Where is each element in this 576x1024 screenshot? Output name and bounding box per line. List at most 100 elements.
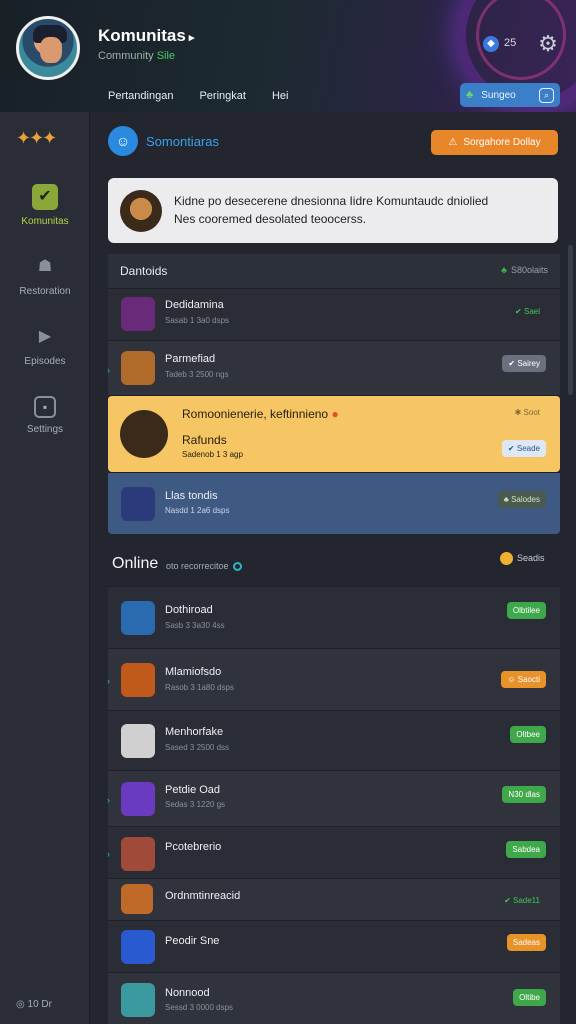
gear-icon[interactable]: ⚙ — [536, 32, 560, 56]
table-row[interactable]: Menhorfake Sased 3 2500 dss Oltbee — [108, 710, 560, 770]
featured-section-header: Dantoids ♣ S80olaits — [108, 254, 560, 288]
leaf-icon: ♣ — [466, 89, 474, 101]
online-filter[interactable]: Seadis — [500, 552, 545, 565]
item-meta: Nasdd 1 2a6 dsps — [165, 506, 230, 515]
header-tabs: Pertandingan Peringkat Hei — [108, 90, 314, 102]
top-badge: ✱ Soot — [514, 408, 540, 417]
chevron-right-icon: › — [107, 849, 110, 859]
item-meta: Sadenob 1 3 agp — [182, 450, 243, 459]
featured-count: ♣ S80olaits — [501, 265, 548, 275]
status-badge: Oltibe — [513, 989, 546, 1006]
smiley-icon — [500, 552, 513, 565]
game-thumbnail — [121, 487, 155, 521]
online-title: Online — [112, 555, 159, 572]
list-item[interactable]: Dedidamina Sasab 1 3a0 dsps ✔ Sael — [108, 288, 560, 340]
item-name: Dothiroad — [165, 604, 213, 616]
check-icon: ✔ — [32, 184, 58, 210]
sidebar-item-label: Komunitas — [21, 216, 69, 227]
chevron-right-icon: › — [107, 795, 110, 805]
notice-avatar — [120, 190, 162, 232]
avatar[interactable] — [16, 16, 80, 80]
status-badge: N30 dlas — [502, 786, 546, 803]
tab-hei[interactable]: Hei — [272, 90, 289, 102]
status-badge: Oltbee — [510, 726, 546, 743]
table-row[interactable]: Ordnmtinreacid ✔ Sade11 — [108, 878, 560, 920]
app-header: Komunitas ▸ Community Sile ◆ 25 ⚙ Pertand… — [0, 0, 576, 112]
list-item[interactable]: › Parmefiad Tadeb 3 2500 ngs ✔ Sairey — [107, 340, 560, 395]
item-name: Rafunds — [182, 433, 227, 447]
chevron-right-icon: › — [107, 365, 110, 375]
item-name: Ordnmtinreacid — [165, 890, 241, 902]
notice-line-1: Kidne po desecerene dnesionna Iidre Komu… — [174, 194, 489, 208]
item-name: Peodir Sne — [165, 935, 220, 947]
item-name: Pcotebrerio — [165, 841, 222, 853]
item-meta: Sessd 3 0000 dsps — [165, 1003, 234, 1012]
sidebar-item-settings[interactable]: ▪ Settings — [0, 396, 90, 435]
status-badge: ✔ Sairey — [502, 355, 546, 372]
status-badge: Sadeas — [506, 934, 546, 951]
game-thumbnail — [121, 724, 155, 758]
game-thumbnail — [121, 351, 155, 385]
game-thumbnail — [121, 837, 155, 871]
search-button[interactable]: ♣ Sungeo ⌕ — [460, 83, 560, 107]
tab-matches[interactable]: Pertandingan — [108, 90, 173, 102]
status-badge: ✔ Sael — [515, 307, 540, 316]
sidebar-item-community[interactable]: ✔ Komunitas — [0, 184, 90, 227]
logo-icon: ✦✦✦ — [16, 128, 57, 148]
status-badge[interactable]: ✔ Seade — [501, 440, 546, 457]
table-row[interactable]: › Pcotebrerio Sabdea — [107, 826, 560, 878]
coin-icon: ◆ — [483, 36, 499, 52]
info-icon — [232, 562, 242, 572]
item-name: Llas tondis — [165, 490, 218, 502]
table-row[interactable]: Dothiroad Sasb 3 3a30 4ss Olbtilee — [108, 586, 560, 648]
community-title: Somontiaras — [146, 134, 219, 149]
item-meta: Tadeb 3 2500 ngs — [165, 370, 229, 379]
sidebar-item-restoration[interactable]: ☗ Restoration — [0, 254, 90, 297]
item-meta: Sased 3 2500 dss — [165, 743, 230, 752]
notice-line-2: Nes cooremed desolated teoocerss. — [174, 212, 367, 226]
game-thumbnail — [121, 983, 155, 1017]
sidebar-item-episodes[interactable]: ▶ Episodes — [0, 324, 90, 367]
status-badge: Olbtilee — [506, 602, 546, 619]
item-name: Dedidamina — [165, 299, 224, 311]
search-label: Sungeo — [481, 89, 516, 101]
sidebar-item-label: Episodes — [24, 356, 66, 367]
play-icon: ▶ — [38, 328, 52, 345]
notice-card: Kidne po desecerene dnesionna Iidre Komu… — [108, 178, 558, 243]
chevron-right-icon: › — [107, 676, 110, 686]
table-row[interactable]: › Mlamiofsdo Rasob 3 1a80 dsps ☺ Saocti — [107, 648, 560, 710]
status-badge: ♣ Salodes — [497, 491, 546, 508]
sidebar-item-label: Settings — [26, 424, 64, 435]
box-icon: ▪ — [34, 396, 56, 418]
sidebar: ✦✦✦ ✔ Komunitas ☗ Restoration ▶ Episodes… — [0, 112, 90, 1024]
list-item[interactable]: Llas tondis Nasdd 1 2a6 dsps ♣ Salodes — [108, 472, 560, 534]
page-subtitle: Community Sile — [98, 50, 176, 62]
item-meta: Sasab 1 3a0 dsps — [165, 316, 230, 325]
status-badge: Sabdea — [506, 841, 546, 858]
table-row[interactable]: › Petdie Oad Sedas 3 1220 gs N30 dlas — [107, 770, 560, 826]
item-meta: Sedas 3 1220 gs — [165, 800, 226, 809]
game-thumbnail — [121, 297, 155, 331]
game-thumbnail — [121, 884, 153, 914]
game-thumbnail — [121, 782, 155, 816]
online-subtitle: oto recorrecitoe — [166, 561, 242, 572]
scrollbar[interactable] — [568, 245, 573, 395]
game-thumbnail — [121, 930, 155, 964]
community-action-button[interactable]: ⚠ Sorgahore Dollay — [431, 130, 558, 155]
tab-ranking[interactable]: Peringkat — [199, 90, 245, 102]
item-meta: Sasb 3 3a30 4ss — [165, 621, 225, 630]
avatar — [120, 410, 168, 458]
list-item-highlighted[interactable]: Romoonienerie, keftinnieno ● Rafunds Sad… — [108, 395, 560, 472]
table-row[interactable]: Peodir Sne Sadeas — [108, 920, 560, 972]
sidebar-item-label: Restoration — [19, 286, 71, 297]
item-name: Mlamiofsdo — [165, 666, 222, 678]
sidebar-footer: ◎ 10 Dr — [16, 999, 52, 1010]
community-icon: ☺ — [108, 126, 138, 156]
table-row[interactable]: Nonnood Sessd 3 0000 dsps Oltibe — [108, 972, 560, 1024]
item-name: Petdie Oad — [165, 784, 221, 796]
item-meta: Rasob 3 1a80 dsps — [165, 683, 234, 692]
search-icon: ⌕ — [539, 87, 554, 103]
person-icon: ☗ — [37, 258, 53, 275]
featured-title: Dantoids — [120, 264, 168, 278]
coin-count: 25 — [504, 37, 517, 49]
